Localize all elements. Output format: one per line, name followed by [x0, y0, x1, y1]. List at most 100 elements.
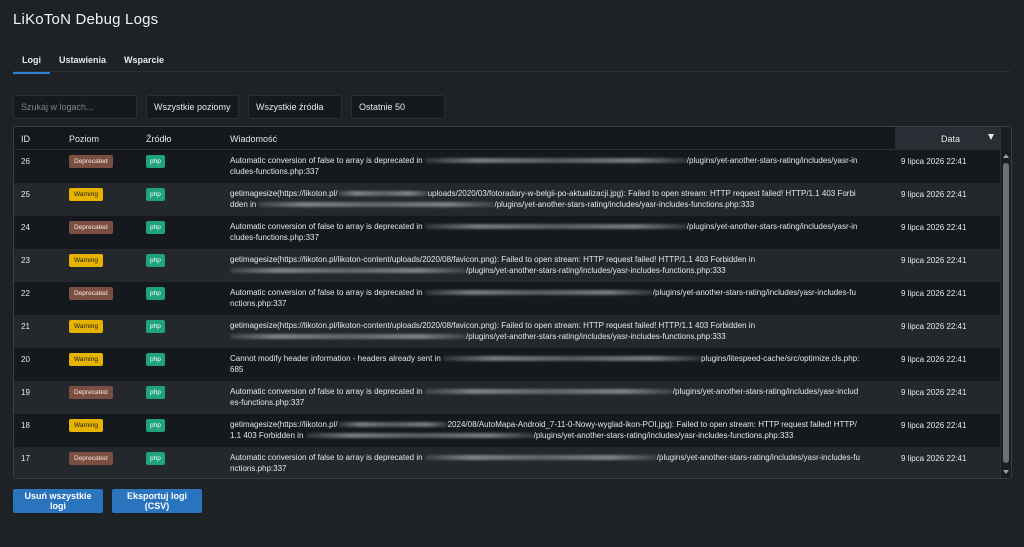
row-id: 26 [21, 157, 30, 166]
message-text: Automatic conversion of false to array i… [230, 156, 425, 165]
table-row[interactable]: 22 Deprecated php Automatic conversion of f… [14, 282, 1000, 315]
row-date: 9 lipca 2026 22:41 [901, 322, 967, 331]
source-badge: php [146, 188, 165, 201]
redacted-path [424, 389, 673, 395]
column-header-level[interactable]: Poziom [69, 127, 99, 150]
scroll-down-arrow-icon[interactable] [1003, 470, 1009, 474]
row-id: 19 [21, 388, 30, 397]
row-message: getimagesize(https://likoton.pl/uploads/… [230, 188, 860, 210]
redacted-path [230, 334, 466, 340]
table-row[interactable]: 26 Deprecated php Automatic conversion of f… [14, 150, 1000, 183]
column-header-id[interactable]: ID [21, 127, 30, 150]
row-date: 9 lipca 2026 22:41 [901, 289, 967, 298]
table-header: ID Poziom Źródło Wiadomość Data [14, 127, 1011, 150]
source-badge: php [146, 452, 165, 465]
source-badge: php [146, 320, 165, 333]
export-csv-button[interactable]: Eksportuj logi (CSV) [112, 489, 202, 513]
source-badge: php [146, 419, 165, 432]
tabs-divider [13, 71, 1011, 72]
row-date: 9 lipca 2026 22:41 [901, 256, 967, 265]
row-message: Automatic conversion of false to array i… [230, 155, 860, 177]
row-date: 9 lipca 2026 22:41 [901, 157, 967, 166]
message-text: getimagesize(https://likoton.pl/likoton-… [230, 321, 756, 330]
source-badge: php [146, 254, 165, 267]
message-text: getimagesize(https://likoton.pl/likoton-… [230, 255, 756, 264]
table-row[interactable]: 18 Warning php getimagesize(https://likoton… [14, 414, 1000, 447]
source-badge: php [146, 287, 165, 300]
table-row[interactable]: 17 Deprecated php Automatic conversion of f… [14, 447, 1000, 478]
scroll-thumb[interactable] [1003, 163, 1009, 463]
row-date: 9 lipca 2026 22:41 [901, 355, 967, 364]
redacted-path [424, 158, 687, 164]
level-badge: Deprecated [69, 386, 113, 399]
redacted-path [258, 202, 495, 208]
column-header-message[interactable]: Wiadomość [230, 127, 277, 150]
level-badge: Warning [69, 353, 103, 366]
row-date: 9 lipca 2026 22:41 [901, 190, 967, 199]
redacted-path [424, 290, 653, 296]
delete-all-logs-button[interactable]: Usuń wszystkie logi [13, 489, 103, 513]
scroll-up-arrow-icon[interactable] [1003, 154, 1009, 158]
filter-bar: Wszystkie poziomy Wszystkie źródła Ostat… [13, 95, 445, 119]
table-row[interactable]: 19 Deprecated php Automatic conversion of f… [14, 381, 1000, 414]
table-scrollbar[interactable] [1000, 127, 1011, 478]
row-id: 24 [21, 223, 30, 232]
message-text: getimagesize(https://likoton.pl/ [230, 189, 338, 198]
redacted-path [443, 356, 702, 362]
source-select[interactable]: Wszystkie źródła [248, 95, 342, 119]
table-row[interactable]: 23 Warning php getimagesize(https://likoton… [14, 249, 1000, 282]
message-text: Automatic conversion of false to array i… [230, 453, 425, 462]
row-id: 25 [21, 190, 30, 199]
message-text: Cannot modify header information - heade… [230, 354, 444, 363]
row-id: 20 [21, 355, 30, 364]
message-text: Automatic conversion of false to array i… [230, 387, 425, 396]
column-header-source[interactable]: Źródło [146, 127, 172, 150]
column-header-date-label: Data [941, 133, 961, 144]
limit-select[interactable]: Ostatnie 50 [351, 95, 445, 119]
level-badge: Warning [69, 254, 103, 267]
row-message: getimagesize(https://likoton.pl/likoton-… [230, 254, 860, 276]
redacted-path [424, 224, 687, 230]
row-message: Cannot modify header information - heade… [230, 353, 860, 375]
message-text: Automatic conversion of false to array i… [230, 288, 425, 297]
table-row[interactable]: 21 Warning php getimagesize(https://likoton… [14, 315, 1000, 348]
row-message: Automatic conversion of false to array i… [230, 221, 860, 243]
redacted-path [230, 268, 466, 274]
search-input[interactable] [21, 102, 129, 112]
row-id: 18 [21, 421, 30, 430]
row-id: 21 [21, 322, 30, 331]
source-badge: php [146, 353, 165, 366]
source-badge: php [146, 386, 165, 399]
sort-desc-icon [988, 134, 994, 140]
row-message: getimagesize(https://likoton.pl/2024/08/… [230, 419, 860, 441]
logs-table: ID Poziom Źródło Wiadomość Data 26 Deprec… [13, 126, 1012, 479]
message-text: getimagesize(https://likoton.pl/ [230, 420, 338, 429]
row-date: 9 lipca 2026 22:41 [901, 454, 967, 463]
level-badge: Deprecated [69, 287, 113, 300]
column-header-date[interactable]: Data [895, 127, 1002, 150]
message-text: /plugins/yet-another-stars-rating/includ… [533, 431, 794, 440]
search-box[interactable] [13, 95, 137, 119]
level-select[interactable]: Wszystkie poziomy [146, 95, 239, 119]
redacted-path [305, 433, 534, 439]
row-message: getimagesize(https://likoton.pl/likoton-… [230, 320, 860, 342]
source-badge: php [146, 221, 165, 234]
row-message: Automatic conversion of false to array i… [230, 452, 860, 474]
table-row[interactable]: 25 Warning php getimagesize(https://likoton… [14, 183, 1000, 216]
message-text: /plugins/yet-another-stars-rating/includ… [466, 332, 726, 341]
table-body: 26 Deprecated php Automatic conversion of f… [14, 150, 1000, 478]
level-badge: Deprecated [69, 452, 113, 465]
row-id: 17 [21, 454, 30, 463]
message-text: /plugins/yet-another-stars-rating/includ… [466, 266, 726, 275]
action-bar: Usuń wszystkie logi Eksportuj logi (CSV) [13, 489, 202, 513]
message-text: /plugins/yet-another-stars-rating/includ… [494, 200, 755, 209]
level-badge: Warning [69, 419, 103, 432]
row-id: 22 [21, 289, 30, 298]
table-row[interactable]: 24 Deprecated php Automatic conversion of f… [14, 216, 1000, 249]
source-badge: php [146, 155, 165, 168]
level-badge: Deprecated [69, 155, 113, 168]
redacted-path [424, 455, 657, 461]
redacted-path [337, 422, 448, 428]
level-badge: Warning [69, 320, 103, 333]
table-row[interactable]: 20 Warning php Cannot modify header informa… [14, 348, 1000, 381]
